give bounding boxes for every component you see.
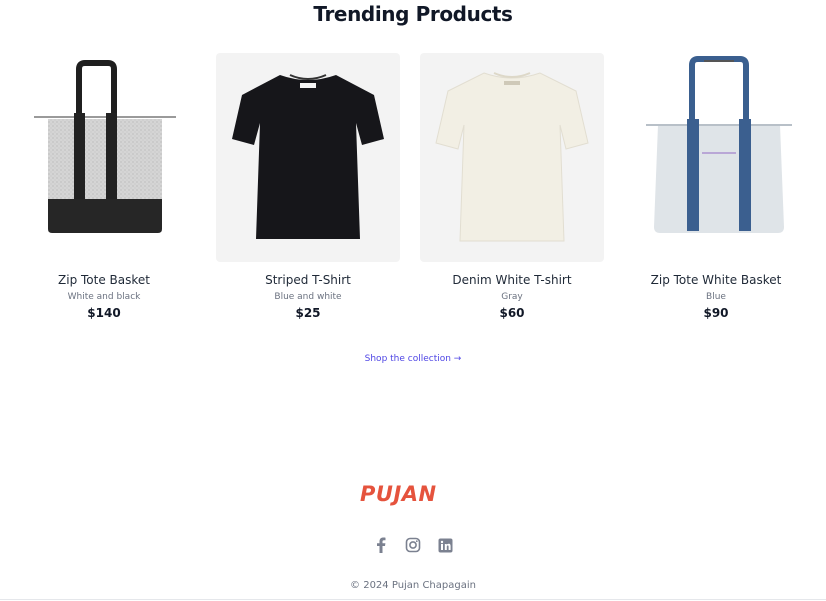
tote-bag-white-blue-image bbox=[646, 56, 792, 233]
facebook-icon[interactable] bbox=[372, 536, 390, 554]
product-price: $60 bbox=[499, 306, 525, 320]
copyright-text: © 2024 Pujan Chapagain bbox=[350, 580, 476, 591]
product-card[interactable]: Zip Tote White Basket Blue $90 bbox=[624, 53, 808, 320]
product-color: Gray bbox=[501, 292, 523, 302]
social-links bbox=[0, 536, 826, 554]
shop-collection-link-row: Shop the collection → bbox=[0, 354, 826, 364]
product-card[interactable]: Denim White T-shirt Gray $60 bbox=[420, 53, 604, 320]
product-image[interactable] bbox=[216, 53, 400, 262]
product-image[interactable] bbox=[624, 53, 808, 262]
shop-collection-link[interactable]: Shop the collection → bbox=[365, 354, 462, 364]
product-image[interactable] bbox=[12, 53, 196, 262]
product-name[interactable]: Zip Tote Basket bbox=[12, 273, 196, 287]
white-tshirt-image bbox=[435, 72, 589, 242]
tote-bag-black-white-image bbox=[34, 60, 176, 233]
black-tshirt-image bbox=[232, 74, 384, 239]
brand-logo-text: PUJAN bbox=[360, 482, 437, 506]
page: Trending Products Zip Tote Basket White … bbox=[0, 0, 826, 601]
product-price: $140 bbox=[87, 306, 121, 320]
section-title: Trending Products bbox=[313, 2, 513, 26]
instagram-icon[interactable] bbox=[404, 536, 422, 554]
product-image[interactable] bbox=[420, 53, 604, 262]
product-name[interactable]: Zip Tote White Basket bbox=[624, 273, 808, 287]
product-name[interactable]: Denim White T-shirt bbox=[420, 273, 604, 287]
linkedin-icon[interactable] bbox=[436, 536, 454, 554]
product-price: $90 bbox=[703, 306, 729, 320]
brand-logo[interactable]: PUJAN bbox=[360, 474, 464, 514]
product-name[interactable]: Striped T-Shirt bbox=[216, 273, 400, 287]
product-color: Blue bbox=[706, 292, 726, 302]
product-card[interactable]: Striped T-Shirt Blue and white $25 bbox=[216, 53, 400, 320]
product-grid: Zip Tote Basket White and black $140 Str… bbox=[12, 53, 808, 320]
footer-divider bbox=[0, 599, 826, 600]
product-color: Blue and white bbox=[274, 292, 342, 302]
product-card[interactable]: Zip Tote Basket White and black $140 bbox=[12, 53, 196, 320]
product-price: $25 bbox=[295, 306, 321, 320]
product-color: White and black bbox=[67, 292, 141, 302]
